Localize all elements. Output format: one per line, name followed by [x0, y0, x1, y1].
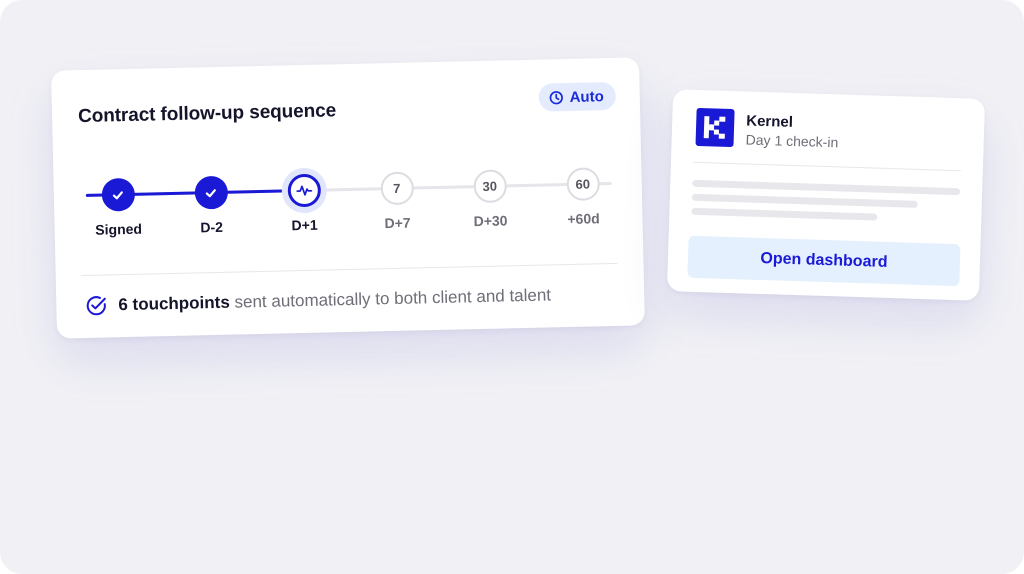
- check-icon: [112, 190, 123, 199]
- client-card: Kernel Day 1 check-in Open dashboard: [666, 89, 986, 301]
- step-label: D+1: [291, 216, 318, 234]
- client-name: Kernel: [746, 112, 794, 131]
- client-subtitle: Day 1 check-in: [745, 131, 839, 151]
- step-label: D+7: [384, 214, 411, 232]
- clock-icon: [549, 90, 563, 104]
- step-d-plus-1[interactable]: D+1: [263, 173, 344, 234]
- step-node-pending: 30: [472, 169, 507, 204]
- open-dashboard-button[interactable]: Open dashboard: [687, 235, 961, 287]
- sequence-card: Contract follow-up sequence Auto Signed: [51, 57, 645, 339]
- canvas-background: Contract follow-up sequence Auto Signed: [0, 0, 1024, 574]
- activity-pulse-icon: [295, 185, 312, 196]
- step-node-current: [286, 173, 321, 208]
- touchpoints-description: sent automatically to both client and ta…: [234, 285, 552, 312]
- step-node-done: [100, 177, 135, 212]
- check-circle-icon: [86, 296, 106, 316]
- card-title: Contract follow-up sequence: [77, 100, 337, 128]
- client-card-divider: [692, 161, 961, 172]
- card-divider: [81, 262, 618, 277]
- auto-badge: Auto: [538, 81, 617, 112]
- check-icon: [205, 188, 216, 197]
- step-label: +60d: [567, 210, 600, 228]
- step-node-pending: 7: [379, 171, 414, 206]
- step-label: D-2: [200, 218, 224, 236]
- step-d-plus-7[interactable]: 7 D+7: [356, 171, 437, 232]
- step-label: D+30: [473, 212, 508, 230]
- touchpoints-count: 6 touchpoints: [118, 292, 231, 315]
- step-plus-60d[interactable]: 60 +60d: [542, 167, 623, 228]
- skeleton-line: [691, 193, 918, 208]
- step-label: Signed: [95, 220, 143, 238]
- step-signed[interactable]: Signed: [78, 177, 159, 238]
- k-logo-icon: [695, 107, 735, 148]
- step-d-minus-2[interactable]: D-2: [170, 175, 251, 236]
- step-node-pending: 60: [565, 167, 600, 202]
- summary-footer: 6 touchpoints sent automatically to both…: [84, 283, 551, 318]
- skeleton-line: [691, 207, 878, 221]
- step-d-plus-30[interactable]: 30 D+30: [449, 169, 530, 230]
- auto-badge-label: Auto: [569, 87, 604, 106]
- skeleton-line: [692, 179, 961, 196]
- step-node-done: [193, 175, 228, 210]
